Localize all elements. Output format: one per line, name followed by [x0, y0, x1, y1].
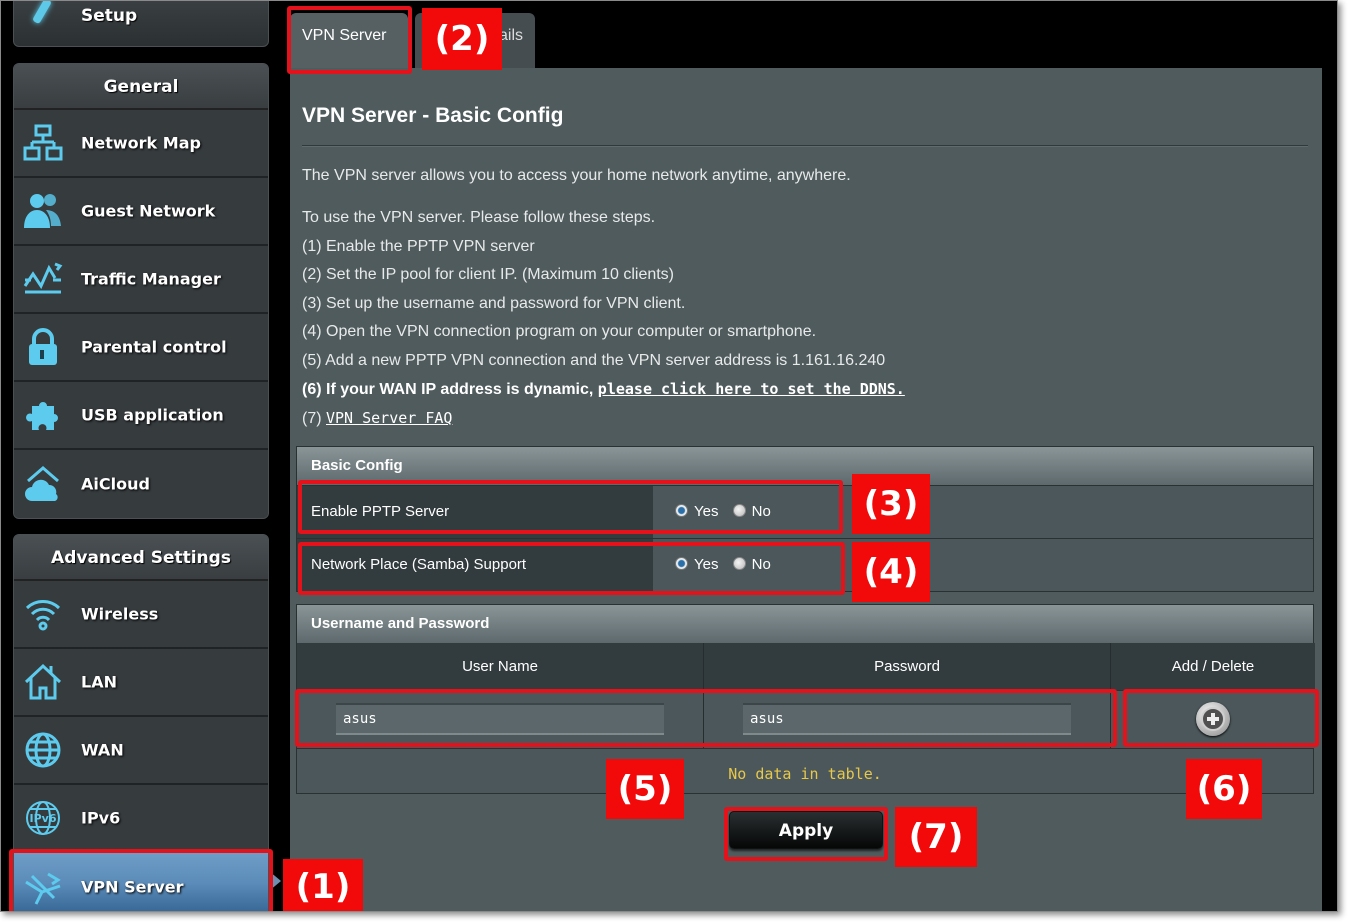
guest-network-icon [24, 194, 61, 228]
annotation-badge-6: (6) [1186, 759, 1262, 819]
step-5: (5) Add a new PPTP VPN connection and th… [302, 352, 886, 369]
nav-label: WAN [81, 740, 124, 760]
annotation-badge-4: (4) [852, 542, 930, 602]
sidebar-item-traffic-manager[interactable]: Traffic Manager [14, 246, 268, 314]
tab-vpn-server[interactable]: VPN Server [290, 13, 408, 71]
username-column-header: User Name [297, 643, 704, 690]
credentials-table: Username and Password User Name Password… [296, 604, 1315, 794]
nav-label: AiCloud [81, 474, 150, 494]
step-7: (7) VPN Server FAQ [302, 409, 452, 428]
ddns-link[interactable]: please click here to set the DDNS. [598, 380, 905, 398]
nav-label: LAN [81, 672, 117, 692]
nav-label: USB application [81, 405, 224, 425]
ipv6-globe-icon: IPv6 [26, 801, 60, 835]
nav-label: Guest Network [81, 201, 216, 221]
sidebar-item-parental-control[interactable]: Parental control [14, 314, 268, 382]
page-title: VPN Server - Basic Config [302, 104, 564, 127]
advanced-settings-header: Advanced Settings [14, 535, 268, 581]
credentials-header: Username and Password [297, 605, 1313, 643]
samba-yes-radio[interactable] [675, 557, 688, 570]
step-4: (4) Open the VPN connection program on y… [302, 323, 817, 340]
step-3: (3) Set up the username and password for… [302, 295, 686, 312]
title-divider [302, 145, 1308, 147]
samba-support-options: Yes No [653, 539, 1313, 591]
sidebar-item-wireless[interactable]: Wireless [14, 581, 268, 649]
steps-intro: To use the VPN server. Please follow the… [302, 209, 656, 226]
radio-label: Yes [694, 556, 719, 573]
lock-icon [29, 328, 57, 365]
sidebar-item-network-map[interactable]: Network Map [14, 110, 268, 178]
add-cell [1111, 690, 1315, 748]
vpn-icon [25, 872, 61, 905]
step-6: (6) If your WAN IP address is dynamic, p… [302, 380, 905, 399]
cloud-home-icon [25, 466, 59, 501]
sidebar-item-aicloud[interactable]: AiCloud [14, 450, 268, 518]
sidebar-item-wan[interactable]: WAN [14, 717, 268, 785]
samba-support-label: Network Place (Samba) Support [297, 539, 653, 591]
step-1: (1) Enable the PPTP VPN server [302, 238, 535, 255]
annotation-badge-5: (5) [606, 759, 684, 819]
basic-config-header: Basic Config [297, 447, 1313, 485]
basic-config-table: Basic Config Enable PPTP Server Yes No N… [296, 446, 1314, 592]
step-2: (2) Set the IP pool for client IP. (Maxi… [302, 266, 675, 283]
enable-pptp-label: Enable PPTP Server [297, 486, 653, 538]
nav-label: Network Map [81, 133, 201, 153]
sidebar-item-guest-network[interactable]: Guest Network [14, 178, 268, 246]
step-7-prefix: (7) [302, 410, 326, 427]
general-header: General [14, 64, 268, 110]
enable-pptp-row: Enable PPTP Server Yes No [297, 485, 1313, 538]
username-cell [297, 690, 704, 748]
enable-pptp-options: Yes No [653, 486, 1313, 538]
sidebar-item-lan[interactable]: LAN [14, 649, 268, 717]
radio-label: No [751, 556, 771, 573]
password-column-header: Password [704, 643, 1111, 690]
traffic-manager-icon [23, 262, 63, 294]
radio-label: Yes [694, 503, 719, 520]
annotation-badge-3: (3) [852, 474, 930, 534]
samba-no-radio[interactable] [732, 557, 746, 570]
network-map-icon [23, 124, 63, 161]
content-panel: VPN Server - Basic Config The VPN server… [290, 68, 1322, 911]
wifi-icon [25, 600, 61, 631]
sidebar-item-usb-application[interactable]: USB application [14, 382, 268, 450]
add-user-button[interactable] [1196, 702, 1230, 736]
annotation-badge-7: (7) [895, 807, 977, 867]
wand-icon [32, 1, 52, 25]
plus-circle-icon [1201, 707, 1225, 731]
svg-text:IPv6: IPv6 [30, 812, 57, 825]
vpn-faq-link[interactable]: VPN Server FAQ [326, 409, 452, 427]
intro-text: The VPN server allows you to access your… [302, 167, 851, 184]
samba-support-row: Network Place (Samba) Support Yes No [297, 538, 1313, 591]
no-data-message: No data in table. [297, 748, 1313, 798]
sidebar-advanced-group: Advanced Settings Wireless LAN WAN IPv6 … [13, 534, 269, 911]
annotation-badge-2: (2) [422, 8, 502, 70]
quick-setup-label: Setup [81, 6, 138, 26]
nav-label: Wireless [81, 604, 159, 624]
home-icon [24, 663, 62, 700]
annotation-badge-1: (1) [283, 859, 363, 911]
nav-label: Parental control [81, 337, 227, 357]
radio-label: No [751, 503, 771, 520]
sidebar-general-group: General Network Map Guest Network Traffi… [13, 63, 269, 519]
sidebar-item-vpn-server[interactable]: VPN Server [14, 853, 268, 911]
active-item-pointer [269, 871, 281, 891]
password-input[interactable] [743, 703, 1071, 735]
username-input[interactable] [336, 703, 664, 735]
apply-button[interactable]: Apply [729, 811, 883, 849]
router-admin-window: Setup General Network Map Guest Network … [0, 0, 1338, 912]
puzzle-icon [26, 402, 58, 430]
nav-label: Traffic Manager [81, 269, 221, 289]
add-delete-column-header: Add / Delete [1111, 643, 1315, 690]
enable-pptp-no-radio[interactable] [732, 504, 746, 517]
password-cell [704, 690, 1111, 748]
nav-label: VPN Server [81, 877, 184, 897]
enable-pptp-yes-radio[interactable] [675, 504, 688, 517]
step-6-text: (6) If your WAN IP address is dynamic, [302, 381, 598, 398]
globe-icon [25, 732, 61, 768]
quick-internet-setup-button[interactable]: Setup [13, 1, 269, 47]
sidebar-item-ipv6[interactable]: IPv6 IPv6 [14, 785, 268, 853]
nav-label: IPv6 [81, 808, 121, 828]
